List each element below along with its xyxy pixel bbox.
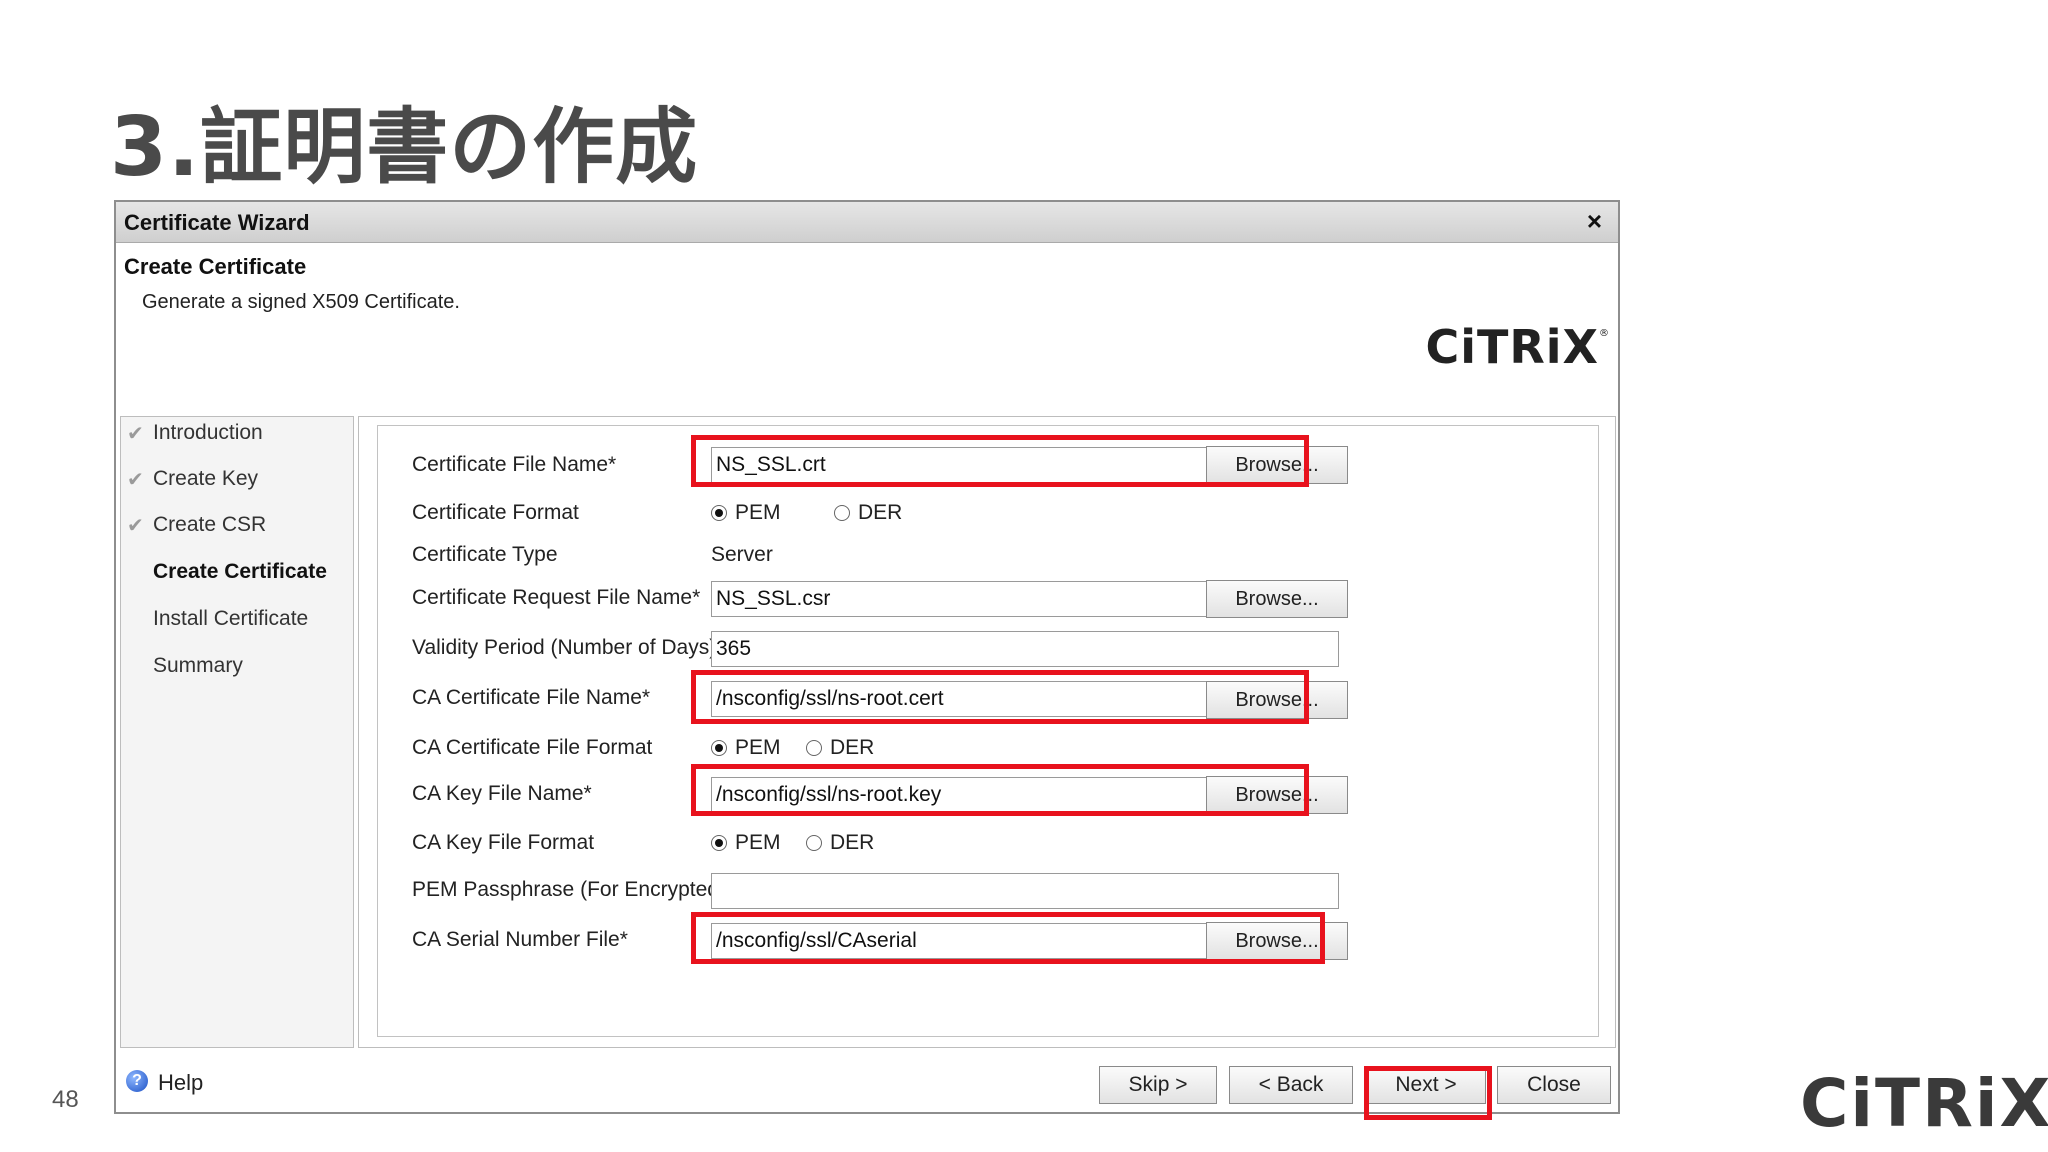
dialog-titlebar: Certificate Wizard × <box>116 202 1618 243</box>
cert-file-browse-button[interactable]: Browse... <box>1206 446 1348 484</box>
validity-period-input[interactable] <box>711 631 1339 667</box>
radio-label: DER <box>858 501 903 524</box>
radio-label: PEM <box>735 736 781 759</box>
step-introduction: ✔ Introduction <box>127 421 263 445</box>
ca-key-format-der-radio[interactable]: DER <box>806 831 874 855</box>
radio-unselected-icon <box>806 835 822 851</box>
form-group: Certificate File Name* Browse... Certifi… <box>377 425 1599 1037</box>
cert-file-name-label: Certificate File Name* <box>412 453 617 476</box>
step-install-certificate: Install Certificate <box>153 607 308 631</box>
citrix-brand-logo: CiTRiX® <box>1800 1065 2048 1142</box>
back-button[interactable]: < Back <box>1229 1066 1353 1104</box>
step-create-csr: ✔ Create CSR <box>127 513 267 537</box>
ca-key-file-name-label: CA Key File Name* <box>412 782 592 805</box>
ca-key-format-label: CA Key File Format <box>412 831 595 854</box>
step-summary: Summary <box>153 654 243 678</box>
certificate-wizard-dialog: Certificate Wizard × Create Certificate … <box>114 200 1620 1120</box>
validity-period-label: Validity Period (Number of Days) <box>412 636 717 659</box>
cert-format-label: Certificate Format <box>412 501 579 524</box>
cert-format-pem-radio[interactable]: PEM <box>711 501 781 525</box>
step-label: Create Certificate <box>153 560 327 583</box>
step-label: Install Certificate <box>153 607 309 630</box>
citrix-logo: CiTRiX® <box>1425 320 1610 374</box>
dialog-title: Certificate Wizard <box>124 210 310 235</box>
slide-title: 3.証明書の作成 <box>110 100 699 195</box>
wizard-steps-panel: ✔ Introduction ✔ Create Key ✔ Create CSR… <box>120 416 354 1048</box>
radio-selected-icon <box>711 835 727 851</box>
step-label: Create Key <box>153 467 259 490</box>
ca-cert-browse-button[interactable]: Browse... <box>1206 681 1348 719</box>
ca-key-format-pem-radio[interactable]: PEM <box>711 831 781 855</box>
check-icon: ✔ <box>127 423 144 445</box>
ca-cert-format-label: CA Certificate File Format <box>412 736 653 759</box>
radio-unselected-icon <box>834 505 850 521</box>
check-icon: ✔ <box>127 469 144 491</box>
cert-format-der-radio[interactable]: DER <box>834 501 902 525</box>
help-link[interactable]: Help <box>158 1070 203 1096</box>
pem-passphrase-input[interactable] <box>711 873 1339 909</box>
page-heading: Create Certificate <box>124 254 307 279</box>
cert-type-label: Certificate Type <box>412 543 558 566</box>
form-panel: Certificate File Name* Browse... Certifi… <box>358 416 1616 1048</box>
check-icon: ✔ <box>127 515 144 537</box>
ca-serial-file-label: CA Serial Number File* <box>412 928 628 951</box>
page-number: 48 <box>52 1086 79 1113</box>
step-label: Summary <box>153 654 243 677</box>
help-icon[interactable]: ? <box>126 1070 148 1092</box>
csr-file-browse-button[interactable]: Browse... <box>1206 580 1348 618</box>
radio-label: PEM <box>735 501 781 524</box>
registered-mark: ® <box>1599 328 1610 339</box>
citrix-logo-text: CiTRiX <box>1425 320 1599 374</box>
ca-cert-file-name-label: CA Certificate File Name* <box>412 686 651 709</box>
next-button[interactable]: Next > <box>1366 1066 1486 1104</box>
step-label: Introduction <box>153 421 263 444</box>
radio-selected-icon <box>711 505 727 521</box>
ca-serial-browse-button[interactable]: Browse... <box>1206 922 1348 960</box>
cert-type-value: Server <box>711 543 773 566</box>
close-icon[interactable]: × <box>1587 206 1602 237</box>
radio-label: DER <box>830 831 875 854</box>
radio-unselected-icon <box>806 740 822 756</box>
ca-cert-format-der-radio[interactable]: DER <box>806 736 874 760</box>
close-button[interactable]: Close <box>1497 1066 1611 1104</box>
step-create-certificate: Create Certificate <box>153 560 327 584</box>
radio-label: DER <box>830 736 875 759</box>
ca-key-browse-button[interactable]: Browse... <box>1206 776 1348 814</box>
radio-selected-icon <box>711 740 727 756</box>
step-create-key: ✔ Create Key <box>127 467 259 491</box>
radio-label: PEM <box>735 831 781 854</box>
skip-button[interactable]: Skip > <box>1099 1066 1217 1104</box>
step-label: Create CSR <box>153 513 267 536</box>
csr-file-name-label: Certificate Request File Name* <box>412 586 701 609</box>
page-description: Generate a signed X509 Certificate. <box>142 291 460 313</box>
citrix-brand-text: CiTRiX <box>1800 1065 2048 1142</box>
ca-cert-format-pem-radio[interactable]: PEM <box>711 736 781 760</box>
